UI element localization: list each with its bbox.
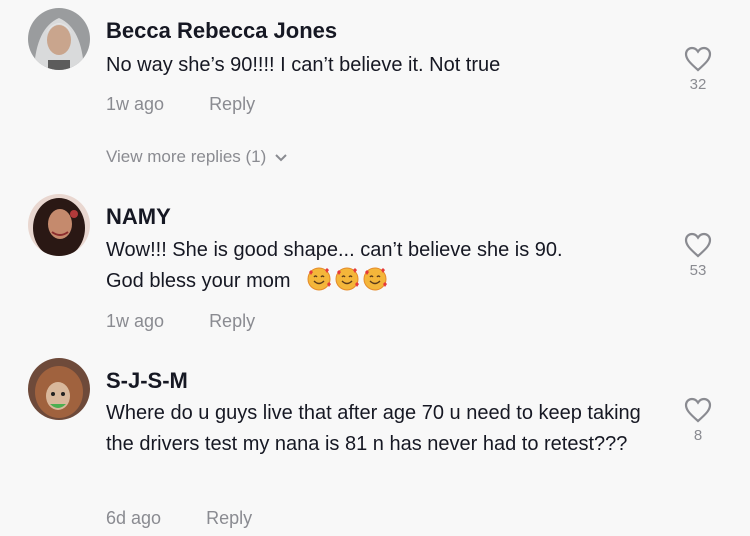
comment-timestamp: 6d ago bbox=[106, 508, 162, 528]
avatar[interactable] bbox=[28, 358, 90, 420]
comment-meta: 1w ago Reply bbox=[106, 94, 255, 115]
heart-icon bbox=[684, 232, 712, 258]
reply-button[interactable]: Reply bbox=[206, 508, 252, 528]
like-button[interactable]: 32 bbox=[680, 46, 716, 93]
comment-meta: 1w ago Reply bbox=[106, 311, 255, 332]
comment-text: No way she’s 90!!!! I can’t believe it. … bbox=[106, 54, 501, 76]
comment-author[interactable]: NAMY bbox=[106, 204, 171, 230]
heart-icon bbox=[684, 397, 712, 423]
view-more-replies-button[interactable]: View more replies (1) bbox=[106, 147, 288, 167]
avatar[interactable] bbox=[28, 8, 90, 70]
reply-button[interactable]: Reply bbox=[209, 94, 255, 114]
like-button[interactable]: 8 bbox=[680, 397, 716, 444]
comment-timestamp: 1w ago bbox=[106, 311, 165, 331]
chevron-down-icon bbox=[275, 153, 288, 161]
comment-text: Where do u guys live that after age 70 u… bbox=[106, 402, 641, 455]
view-more-label: View more replies (1) bbox=[106, 147, 267, 166]
avatar[interactable] bbox=[28, 194, 90, 256]
like-count: 53 bbox=[689, 262, 707, 279]
comment-text-line: God bless your mom bbox=[106, 270, 291, 292]
comment-text-line-2: God bless your mom bbox=[106, 266, 666, 297]
comment-timestamp: 1w ago bbox=[106, 94, 165, 114]
smiling-face-with-hearts-icon bbox=[363, 267, 388, 291]
heart-icon bbox=[684, 46, 712, 72]
like-count: 32 bbox=[689, 76, 707, 93]
like-button[interactable]: 53 bbox=[680, 232, 716, 279]
comment-meta: 6d ago Reply bbox=[106, 508, 252, 529]
like-count: 8 bbox=[693, 427, 703, 444]
smiling-face-with-hearts-icon bbox=[307, 267, 332, 291]
comment-text-line: Wow!!! She is good shape... can’t believ… bbox=[106, 239, 563, 261]
reply-button[interactable]: Reply bbox=[209, 311, 255, 331]
smiling-face-with-hearts-icon bbox=[335, 267, 360, 291]
comment-author[interactable]: Becca Rebecca Jones bbox=[106, 18, 337, 44]
comment-text: Wow!!! She is good shape... can’t believ… bbox=[106, 235, 666, 297]
comment-author[interactable]: S-J-S-M bbox=[106, 368, 188, 394]
